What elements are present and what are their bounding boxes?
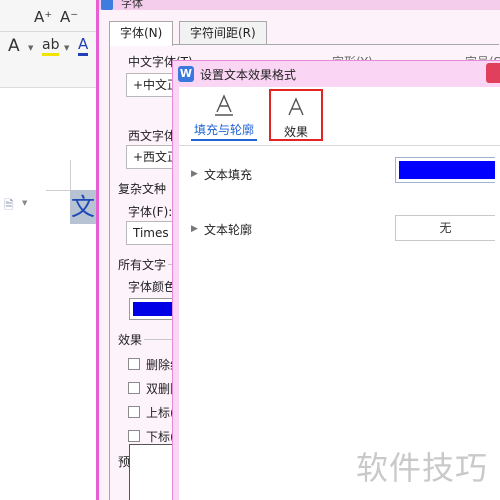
app-logo-icon: W xyxy=(178,66,194,82)
decrease-font-size-button[interactable]: A⁻ xyxy=(60,8,78,26)
text-fill-color-select[interactable] xyxy=(395,157,495,183)
selected-text[interactable]: 文 xyxy=(70,190,96,224)
chevron-down-icon[interactable]: ▼ xyxy=(28,44,33,52)
highlight-button[interactable]: ab xyxy=(42,37,60,56)
all-text-label: 所有文字 xyxy=(118,258,167,272)
text-fill-icon xyxy=(215,94,233,116)
app-logo-icon xyxy=(101,0,113,10)
text-fill-color-swatch xyxy=(399,161,495,179)
document-canvas[interactable] xyxy=(0,88,96,500)
chevron-down-icon[interactable]: ▼ xyxy=(64,44,69,52)
ribbon-separator xyxy=(0,31,96,32)
font-color-swatch xyxy=(133,302,175,316)
complex-font-label: 字体(F): xyxy=(128,205,173,219)
subscript-checkbox[interactable] xyxy=(128,430,140,442)
text-effect-ribbon-button[interactable]: A xyxy=(8,36,20,56)
text-effect-icon xyxy=(288,97,304,116)
chevron-right-icon[interactable]: ▶ xyxy=(191,169,198,179)
tab-effect[interactable]: 效果 xyxy=(269,89,323,141)
close-button[interactable] xyxy=(486,63,500,83)
font-dialog-title: 字体 xyxy=(121,0,143,10)
divider xyxy=(144,339,174,340)
paragraph-icon[interactable]: 🗎 xyxy=(4,196,14,217)
tab-fill-and-outline-label: 填充与轮廓 xyxy=(193,123,254,137)
chevron-right-icon[interactable]: ▶ xyxy=(191,224,198,234)
strikethrough-checkbox[interactable] xyxy=(128,358,140,370)
ribbon: A⁺ A⁻ A ▼ ab ▼ A xyxy=(0,0,96,88)
double-strikethrough-checkbox[interactable] xyxy=(128,382,140,394)
watermark-text: 软件技巧 xyxy=(356,449,489,487)
tab-font[interactable]: 字体(N) xyxy=(109,21,174,46)
complex-script-label: 复杂文种 xyxy=(118,182,167,196)
superscript-checkbox[interactable] xyxy=(128,406,140,418)
font-color-button[interactable]: A xyxy=(78,36,89,56)
divider xyxy=(179,145,500,146)
crop-mark xyxy=(70,160,71,190)
tab-fill-and-outline[interactable]: 填充与轮廓 xyxy=(187,87,261,143)
font-dialog-titlebar: 字体 xyxy=(99,0,500,10)
text-fill-label[interactable]: 文本填充 xyxy=(204,166,252,183)
text-outline-select[interactable]: 无 xyxy=(395,215,495,241)
chevron-down-icon[interactable]: ▼ xyxy=(22,199,27,207)
active-tab-indicator xyxy=(191,139,257,141)
increase-font-size-button[interactable]: A⁺ xyxy=(34,8,52,26)
effects-label: 效果 xyxy=(118,333,143,347)
tab-effect-label: 效果 xyxy=(283,125,308,139)
crop-mark xyxy=(46,190,70,191)
watermark: 软件技巧 xyxy=(350,425,500,500)
text-effect-dialog-title: 设置文本效果格式 xyxy=(200,68,297,82)
tab-character-spacing[interactable]: 字符间距(R) xyxy=(179,21,267,45)
text-outline-label[interactable]: 文本轮廓 xyxy=(204,221,252,238)
font-color-label: 字体颜色 xyxy=(128,280,177,294)
